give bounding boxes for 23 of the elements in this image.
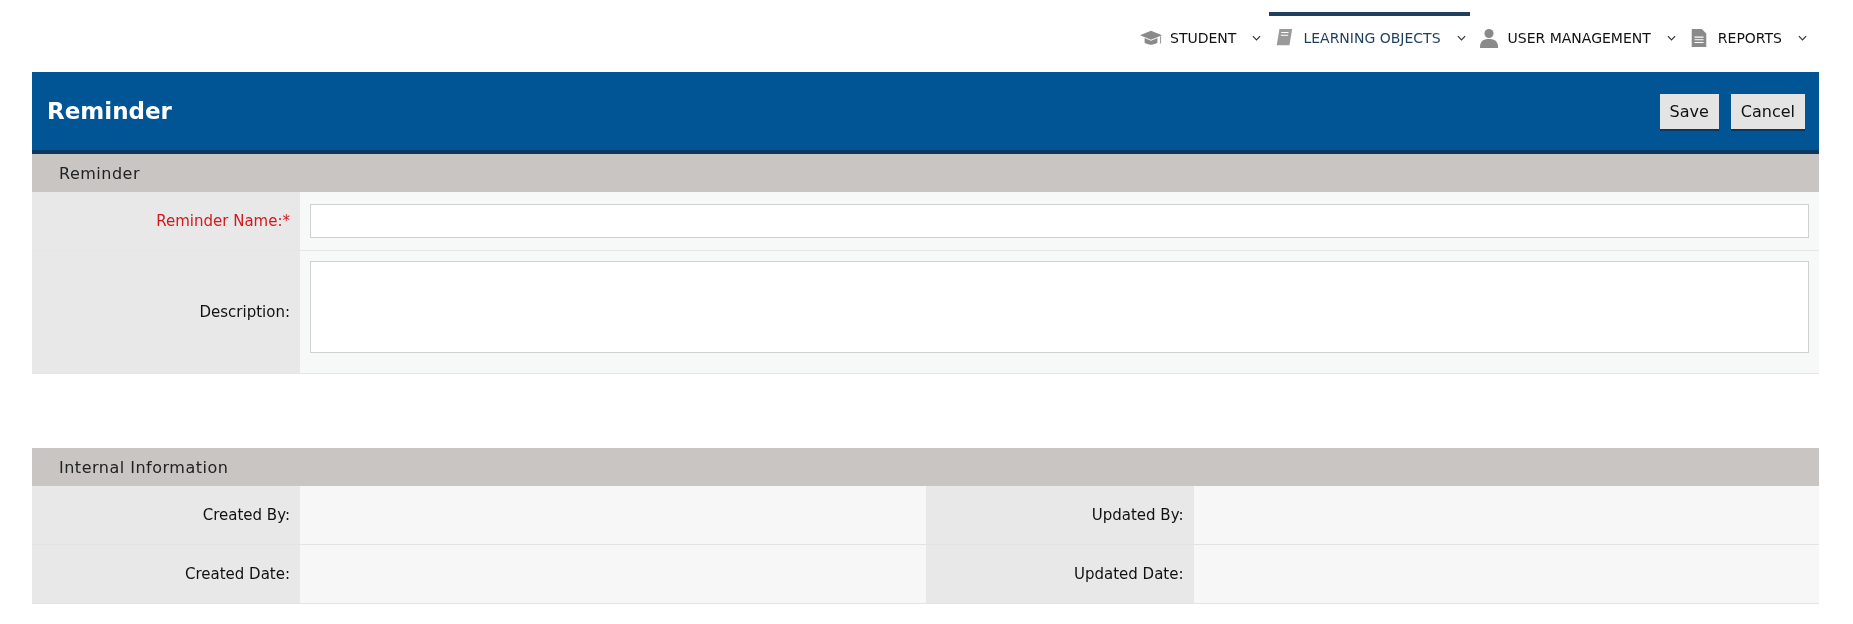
- field-label: Created Date:: [184, 565, 290, 583]
- action-button[interactable]: Save: [1659, 93, 1719, 129]
- nav-tab[interactable]: LEARNING OBJECTS: [1269, 12, 1470, 60]
- field-label: Updated By:: [1091, 506, 1184, 524]
- field-label: Description:: [199, 303, 290, 321]
- section-title: Internal Information: [59, 457, 229, 477]
- user-icon: [1477, 28, 1500, 48]
- page-title: Reminder: [47, 98, 172, 124]
- nav-tab[interactable]: STUDENT: [1136, 12, 1266, 60]
- nav-tab[interactable]: REPORTS: [1683, 12, 1811, 60]
- text-area[interactable]: [310, 261, 1809, 353]
- caret-icon: [1666, 35, 1676, 41]
- input-field[interactable]: [310, 204, 1809, 238]
- field-label: Reminder Name:*: [156, 212, 290, 230]
- section-title: Reminder: [59, 163, 140, 183]
- nav-tab[interactable]: USER MANAGEMENT: [1473, 12, 1680, 60]
- field-label: Created By:: [202, 506, 290, 524]
- caret-icon: [1456, 35, 1466, 41]
- graduation-cap-icon: [1140, 28, 1163, 48]
- caret-icon: [1798, 35, 1807, 41]
- action-button[interactable]: Cancel: [1730, 93, 1805, 129]
- caret-icon: [1252, 35, 1262, 41]
- field-label: Updated Date:: [1073, 565, 1184, 583]
